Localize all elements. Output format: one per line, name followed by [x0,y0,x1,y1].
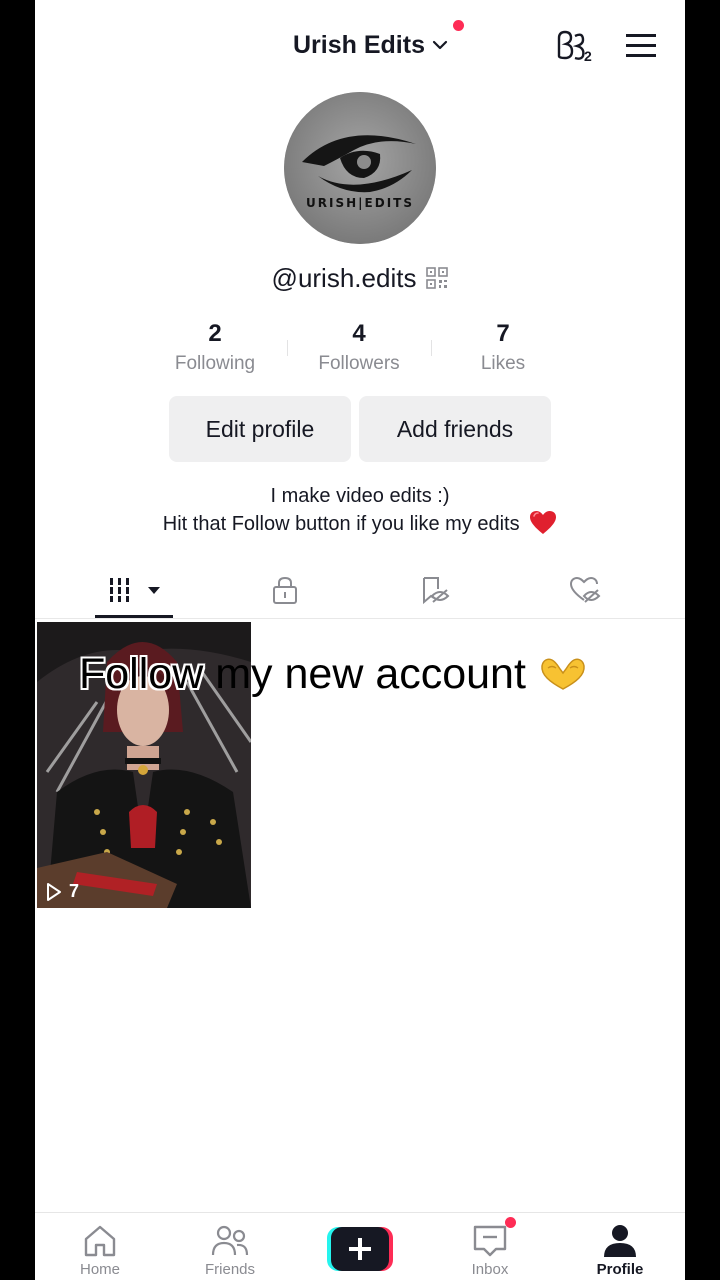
edit-profile-button[interactable]: Edit profile [169,396,351,462]
bio-line-1: I make video edits :) [270,485,450,507]
play-icon [47,882,61,901]
chevron-down-icon [432,40,448,50]
followers-count: 4 [352,320,366,347]
content-tabs [35,560,685,619]
hidden-bookmark-icon [423,577,450,605]
stat-likes[interactable]: 7 Likes [431,318,575,382]
avatar-logo-text: URISH|EDITS [306,196,414,210]
likes-count: 7 [496,320,510,347]
bottom-navigation: Home Friends Inbox Profile [35,1212,685,1280]
caption-outlined-word: Follow [79,649,204,698]
home-icon [84,1225,116,1257]
nav-inbox[interactable]: Inbox [445,1223,535,1278]
profile-screen: Urish Edits 2 URISH|EDITS @urish.edits 2… [35,0,685,1280]
profile-stats: 2 Following 4 Followers 7 Likes [143,318,575,382]
svg-text:2: 2 [584,48,592,64]
grid-icon [110,578,160,602]
inbox-notification-dot [505,1217,516,1228]
bio-line-2: Hit that Follow button if you like my ed… [162,513,520,535]
username: @urish.edits [271,262,417,293]
tab-reposts[interactable] [413,570,457,610]
following-label: Following [174,353,256,374]
hidden-heart-icon [569,576,601,603]
likes-label: Likes [480,353,526,374]
view-count-value: 7 [69,881,80,901]
notification-dot [453,20,464,31]
stat-divider [287,340,288,356]
active-tab-indicator [95,615,173,618]
friends-icon [211,1225,249,1256]
inbox-icon [473,1225,507,1257]
following-count: 2 [208,320,222,347]
followers-label: Followers [318,353,400,374]
heart-emoji-icon [530,511,557,534]
stat-following[interactable]: 2 Following [143,318,287,382]
nav-profile-label: Profile [596,1261,644,1278]
caption-rest: my new account [215,649,526,698]
nav-friends-label: Friends [204,1261,256,1278]
overlay-caption: Follow my new account [79,644,685,704]
tab-videos[interactable] [105,570,167,610]
account-switcher[interactable]: Urish Edits [293,28,449,62]
bio-line-2-row: Hit that Follow button if you like my ed… [35,510,685,538]
profile-icon [604,1225,636,1257]
heart-hands-emoji-icon [541,658,585,690]
tab-private[interactable] [263,570,307,610]
stat-followers[interactable]: 4 Followers [287,318,431,382]
create-button[interactable] [327,1227,393,1271]
nav-profile[interactable]: Profile [575,1223,665,1278]
username-row: @urish.edits [35,258,685,298]
top-bar: Urish Edits 2 [35,0,685,90]
add-friends-button[interactable]: Add friends [359,396,551,462]
stat-divider [431,340,432,356]
nav-inbox-label: Inbox [471,1261,509,1278]
nav-friends[interactable]: Friends [185,1223,275,1278]
bio: I make video edits :) Hit that Follow bu… [35,482,685,538]
nav-home[interactable]: Home [55,1223,145,1278]
tab-liked[interactable] [563,570,607,610]
creator-tools-icon[interactable]: 2 [555,28,597,64]
lock-icon [273,576,297,604]
nav-home-label: Home [79,1261,120,1278]
view-count: 7 [45,881,79,902]
eye-logo-icon [284,92,436,244]
menu-icon[interactable] [625,32,657,60]
qr-code-icon[interactable] [426,267,449,289]
avatar[interactable]: URISH|EDITS [284,92,436,244]
account-name: Urish Edits [293,30,425,59]
